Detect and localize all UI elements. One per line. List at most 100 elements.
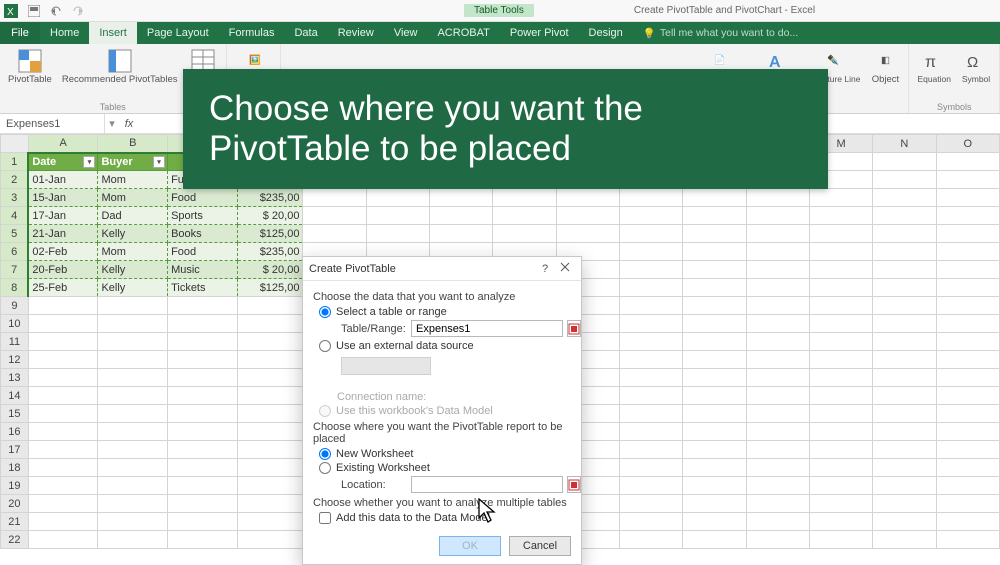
cell-N5[interactable]: [873, 225, 936, 243]
cell-N1[interactable]: [873, 153, 936, 171]
input-table-range[interactable]: [411, 320, 563, 337]
cell-A7[interactable]: 20-Feb: [28, 261, 98, 279]
cell-C21[interactable]: [168, 513, 238, 531]
cell-N12[interactable]: [873, 351, 936, 369]
cell-A21[interactable]: [28, 513, 98, 531]
cell-O17[interactable]: [936, 441, 1000, 459]
cell-M16[interactable]: [809, 423, 872, 441]
cell-O13[interactable]: [936, 369, 1000, 387]
tell-me-search[interactable]: 💡 Tell me what you want to do...: [643, 22, 798, 44]
pivottable-button[interactable]: PivotTable: [6, 46, 54, 87]
cell-K17[interactable]: [683, 441, 746, 459]
tab-data[interactable]: Data: [284, 22, 327, 44]
cell-B13[interactable]: [98, 369, 168, 387]
row-header-13[interactable]: 13: [1, 369, 29, 387]
cell-B18[interactable]: [98, 459, 168, 477]
radio-existing-worksheet[interactable]: [319, 462, 331, 474]
cell-J11[interactable]: [619, 333, 682, 351]
cell-G3[interactable]: [430, 189, 493, 207]
cell-K6[interactable]: [683, 243, 746, 261]
cell-L14[interactable]: [746, 387, 809, 405]
redo-icon[interactable]: [72, 5, 84, 17]
cell-D18[interactable]: [237, 459, 303, 477]
row-header-7[interactable]: 7: [1, 261, 29, 279]
equation-button[interactable]: πEquation: [915, 46, 953, 86]
cell-M5[interactable]: [809, 225, 872, 243]
cell-M6[interactable]: [809, 243, 872, 261]
cell-B4[interactable]: Dad: [98, 207, 168, 225]
cell-A22[interactable]: [28, 531, 98, 549]
cell-E4[interactable]: [303, 207, 366, 225]
cell-C3[interactable]: Food: [168, 189, 238, 207]
filter-dropdown-icon[interactable]: ▾: [83, 156, 95, 168]
cell-L18[interactable]: [746, 459, 809, 477]
cell-M14[interactable]: [809, 387, 872, 405]
row-header-6[interactable]: 6: [1, 243, 29, 261]
cell-C15[interactable]: [168, 405, 238, 423]
cell-N4[interactable]: [873, 207, 936, 225]
cell-B2[interactable]: Mom: [98, 171, 168, 189]
cell-M13[interactable]: [809, 369, 872, 387]
cell-N3[interactable]: [873, 189, 936, 207]
cell-N18[interactable]: [873, 459, 936, 477]
cell-N11[interactable]: [873, 333, 936, 351]
name-box-dropdown-icon[interactable]: ▾: [105, 117, 119, 130]
cell-N8[interactable]: [873, 279, 936, 297]
cell-D5[interactable]: $125,00: [237, 225, 303, 243]
cell-O8[interactable]: [936, 279, 1000, 297]
cell-J12[interactable]: [619, 351, 682, 369]
cell-M12[interactable]: [809, 351, 872, 369]
cell-B7[interactable]: Kelly: [98, 261, 168, 279]
cell-C18[interactable]: [168, 459, 238, 477]
cell-C17[interactable]: [168, 441, 238, 459]
cell-L17[interactable]: [746, 441, 809, 459]
cell-O2[interactable]: [936, 171, 1000, 189]
cell-D19[interactable]: [237, 477, 303, 495]
cell-N10[interactable]: [873, 315, 936, 333]
cell-D9[interactable]: [237, 297, 303, 315]
cell-M21[interactable]: [809, 513, 872, 531]
row-header-15[interactable]: 15: [1, 405, 29, 423]
cell-N13[interactable]: [873, 369, 936, 387]
cell-B9[interactable]: [98, 297, 168, 315]
cell-B10[interactable]: [98, 315, 168, 333]
cell-L10[interactable]: [746, 315, 809, 333]
cell-O21[interactable]: [936, 513, 1000, 531]
cell-M8[interactable]: [809, 279, 872, 297]
cell-A4[interactable]: 17-Jan: [28, 207, 98, 225]
row-header-20[interactable]: 20: [1, 495, 29, 513]
column-header-O[interactable]: O: [936, 135, 1000, 153]
cell-F4[interactable]: [366, 207, 429, 225]
opt-external-source[interactable]: Use an external data source: [319, 340, 571, 352]
cell-L6[interactable]: [746, 243, 809, 261]
cell-J16[interactable]: [619, 423, 682, 441]
cell-L11[interactable]: [746, 333, 809, 351]
cell-C19[interactable]: [168, 477, 238, 495]
cell-D14[interactable]: [237, 387, 303, 405]
row-header-12[interactable]: 12: [1, 351, 29, 369]
cell-M18[interactable]: [809, 459, 872, 477]
cell-M9[interactable]: [809, 297, 872, 315]
cell-N21[interactable]: [873, 513, 936, 531]
cell-B12[interactable]: [98, 351, 168, 369]
cancel-button[interactable]: Cancel: [509, 536, 571, 556]
cell-J13[interactable]: [619, 369, 682, 387]
cell-D17[interactable]: [237, 441, 303, 459]
cell-J6[interactable]: [619, 243, 682, 261]
cell-B17[interactable]: [98, 441, 168, 459]
cell-B20[interactable]: [98, 495, 168, 513]
cell-A18[interactable]: [28, 459, 98, 477]
cell-K3[interactable]: [683, 189, 746, 207]
radio-select-range[interactable]: [319, 306, 331, 318]
cell-K19[interactable]: [683, 477, 746, 495]
row-header-18[interactable]: 18: [1, 459, 29, 477]
tab-insert[interactable]: Insert: [89, 22, 137, 44]
cell-B8[interactable]: Kelly: [98, 279, 168, 297]
cell-L3[interactable]: [746, 189, 809, 207]
tab-review[interactable]: Review: [328, 22, 384, 44]
recommended-pivottables-button[interactable]: Recommended PivotTables: [60, 46, 180, 87]
cell-N14[interactable]: [873, 387, 936, 405]
cell-B11[interactable]: [98, 333, 168, 351]
cell-O1[interactable]: [936, 153, 1000, 171]
cell-O19[interactable]: [936, 477, 1000, 495]
